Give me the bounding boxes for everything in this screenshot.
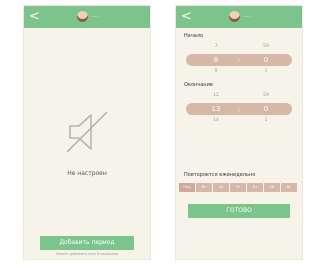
back-button[interactable]: < <box>29 7 40 27</box>
end-minute-next: 1 <box>264 118 268 123</box>
weekday-selector: Пнд Вт Ср Чт Пт Сб Вс <box>179 183 299 192</box>
day-toggle[interactable]: Сб <box>264 183 280 192</box>
avatar <box>77 11 88 22</box>
hint-suffix: периодов <box>100 252 118 256</box>
screen-period-editor: < ······· Начало 7 59 8 : 0 9 1 Окончани… <box>176 6 302 259</box>
user-name: ······· <box>242 14 251 19</box>
avatar <box>229 11 240 22</box>
top-bar: < ······· <box>24 6 150 28</box>
add-period-button[interactable]: Добавить период <box>40 236 134 250</box>
top-bar: < ······· <box>176 6 302 28</box>
end-separator: : <box>237 105 241 113</box>
end-minute-prev: 59 <box>263 93 269 98</box>
day-toggle[interactable]: Пт <box>247 183 263 192</box>
hint-count: 5 <box>96 252 100 256</box>
end-hour-next: 14 <box>213 118 219 123</box>
start-hour-next: 9 <box>214 69 218 74</box>
day-toggle[interactable]: Вт <box>196 183 212 192</box>
start-hour-prev: 7 <box>214 44 218 49</box>
remaining-periods-hint: Может добавить еще 5 периодов <box>24 252 150 256</box>
done-button[interactable]: ГОТОВО <box>188 204 290 218</box>
end-hour-prev: 12 <box>213 93 219 98</box>
day-toggle[interactable]: Ср <box>213 183 229 192</box>
start-hour-selected[interactable]: 8 <box>206 54 226 66</box>
day-toggle[interactable]: Пнд <box>179 183 195 192</box>
end-minute-selected[interactable]: 0 <box>256 103 276 115</box>
end-hour-selected[interactable]: 13 <box>206 103 226 115</box>
back-button[interactable]: < <box>181 7 192 27</box>
start-minute-selected[interactable]: 0 <box>256 54 276 66</box>
start-separator: : <box>237 56 241 64</box>
start-minute-next: 1 <box>264 69 268 74</box>
start-minute-prev: 59 <box>263 44 269 49</box>
speaker-muted-icon <box>66 111 108 153</box>
start-time-picker[interactable]: 8 : 0 <box>186 54 292 66</box>
repeat-label: Повторяется еженедельно <box>184 172 256 178</box>
day-toggle[interactable]: Чт <box>230 183 246 192</box>
start-label: Начало <box>184 33 204 39</box>
empty-state-text: Не настроен <box>67 170 107 177</box>
end-time-picker[interactable]: 13 : 0 <box>186 103 292 115</box>
end-label: Окончание <box>184 82 213 88</box>
hint-prefix: Может добавить еще <box>56 252 96 256</box>
screen-periods-list: < ······· Не настроен Добавить период Мо… <box>24 6 150 259</box>
day-toggle[interactable]: Вс <box>281 183 297 192</box>
user-name: ······· <box>90 14 99 19</box>
